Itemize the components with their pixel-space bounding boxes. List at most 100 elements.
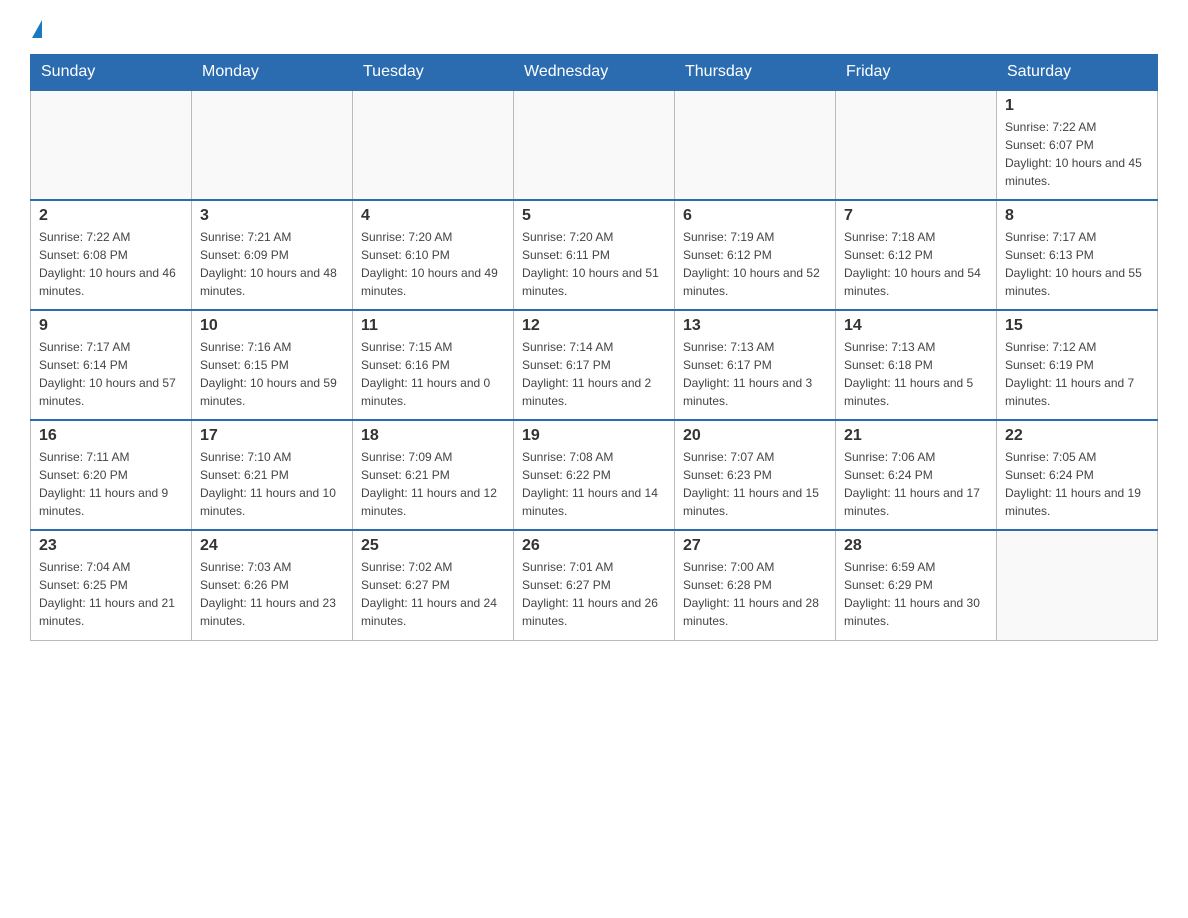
day-sun-info: Sunrise: 7:07 AMSunset: 6:23 PMDaylight:…	[683, 448, 827, 520]
calendar-week-row: 1 Sunrise: 7:22 AMSunset: 6:07 PMDaylight…	[31, 90, 1158, 200]
calendar-day-cell: 16 Sunrise: 7:11 AMSunset: 6:20 PMDayligh…	[31, 420, 192, 530]
calendar-day-cell: 15 Sunrise: 7:12 AMSunset: 6:19 PMDayligh…	[997, 310, 1158, 420]
day-number: 8	[1005, 207, 1149, 225]
day-sun-info: Sunrise: 7:19 AMSunset: 6:12 PMDaylight:…	[683, 228, 827, 300]
day-sun-info: Sunrise: 7:20 AMSunset: 6:10 PMDaylight:…	[361, 228, 505, 300]
day-sun-info: Sunrise: 7:12 AMSunset: 6:19 PMDaylight:…	[1005, 338, 1149, 410]
day-sun-info: Sunrise: 7:22 AMSunset: 6:07 PMDaylight:…	[1005, 118, 1149, 190]
calendar-day-cell: 10 Sunrise: 7:16 AMSunset: 6:15 PMDayligh…	[192, 310, 353, 420]
day-number: 26	[522, 537, 666, 555]
day-number: 27	[683, 537, 827, 555]
calendar-day-cell: 21 Sunrise: 7:06 AMSunset: 6:24 PMDayligh…	[836, 420, 997, 530]
day-number: 2	[39, 207, 183, 225]
calendar-day-cell: 28Sunrise: 6:59 AMSunset: 6:29 PMDayligh…	[836, 530, 997, 640]
day-number: 13	[683, 317, 827, 335]
calendar-day-cell: 3 Sunrise: 7:21 AMSunset: 6:09 PMDaylight…	[192, 200, 353, 310]
calendar-day-cell: 2 Sunrise: 7:22 AMSunset: 6:08 PMDaylight…	[31, 200, 192, 310]
calendar-day-cell: 12 Sunrise: 7:14 AMSunset: 6:17 PMDayligh…	[514, 310, 675, 420]
calendar-week-row: 9 Sunrise: 7:17 AMSunset: 6:14 PMDaylight…	[31, 310, 1158, 420]
day-sun-info: Sunrise: 7:02 AMSunset: 6:27 PMDaylight:…	[361, 558, 505, 630]
day-sun-info: Sunrise: 7:16 AMSunset: 6:15 PMDaylight:…	[200, 338, 344, 410]
calendar-week-row: 23 Sunrise: 7:04 AMSunset: 6:25 PMDayligh…	[31, 530, 1158, 640]
day-of-week-header: Thursday	[675, 55, 836, 91]
day-of-week-header: Friday	[836, 55, 997, 91]
day-number: 21	[844, 427, 988, 445]
day-number: 11	[361, 317, 505, 335]
day-number: 16	[39, 427, 183, 445]
calendar-day-cell: 4 Sunrise: 7:20 AMSunset: 6:10 PMDaylight…	[353, 200, 514, 310]
day-number: 4	[361, 207, 505, 225]
day-number: 17	[200, 427, 344, 445]
day-sun-info: Sunrise: 7:06 AMSunset: 6:24 PMDaylight:…	[844, 448, 988, 520]
day-sun-info: Sunrise: 7:09 AMSunset: 6:21 PMDaylight:…	[361, 448, 505, 520]
calendar-day-cell: 25 Sunrise: 7:02 AMSunset: 6:27 PMDayligh…	[353, 530, 514, 640]
calendar-day-cell: 26 Sunrise: 7:01 AMSunset: 6:27 PMDayligh…	[514, 530, 675, 640]
day-sun-info: Sunrise: 7:17 AMSunset: 6:13 PMDaylight:…	[1005, 228, 1149, 300]
calendar-day-cell	[192, 90, 353, 200]
day-sun-info: Sunrise: 6:59 AMSunset: 6:29 PMDaylight:…	[844, 558, 988, 630]
calendar-day-cell	[836, 90, 997, 200]
day-sun-info: Sunrise: 7:05 AMSunset: 6:24 PMDaylight:…	[1005, 448, 1149, 520]
calendar-week-row: 2 Sunrise: 7:22 AMSunset: 6:08 PMDaylight…	[31, 200, 1158, 310]
calendar-day-cell: 18 Sunrise: 7:09 AMSunset: 6:21 PMDayligh…	[353, 420, 514, 530]
calendar-day-cell	[31, 90, 192, 200]
day-sun-info: Sunrise: 7:11 AMSunset: 6:20 PMDaylight:…	[39, 448, 183, 520]
day-number: 7	[844, 207, 988, 225]
calendar-day-cell: 24Sunrise: 7:03 AMSunset: 6:26 PMDayligh…	[192, 530, 353, 640]
day-of-week-header: Saturday	[997, 55, 1158, 91]
page-header	[30, 20, 1158, 38]
day-sun-info: Sunrise: 7:10 AMSunset: 6:21 PMDaylight:…	[200, 448, 344, 520]
day-sun-info: Sunrise: 7:15 AMSunset: 6:16 PMDaylight:…	[361, 338, 505, 410]
day-of-week-header: Monday	[192, 55, 353, 91]
day-number: 19	[522, 427, 666, 445]
day-sun-info: Sunrise: 7:17 AMSunset: 6:14 PMDaylight:…	[39, 338, 183, 410]
logo	[30, 20, 44, 38]
day-sun-info: Sunrise: 7:04 AMSunset: 6:25 PMDaylight:…	[39, 558, 183, 630]
calendar-day-cell: 27 Sunrise: 7:00 AMSunset: 6:28 PMDayligh…	[675, 530, 836, 640]
day-of-week-header: Tuesday	[353, 55, 514, 91]
day-number: 12	[522, 317, 666, 335]
calendar-table: SundayMondayTuesdayWednesdayThursdayFrid…	[30, 54, 1158, 641]
calendar-day-cell: 23 Sunrise: 7:04 AMSunset: 6:25 PMDayligh…	[31, 530, 192, 640]
day-of-week-header: Sunday	[31, 55, 192, 91]
day-sun-info: Sunrise: 7:01 AMSunset: 6:27 PMDaylight:…	[522, 558, 666, 630]
calendar-day-cell: 11 Sunrise: 7:15 AMSunset: 6:16 PMDayligh…	[353, 310, 514, 420]
logo-triangle-icon	[32, 20, 42, 38]
day-sun-info: Sunrise: 7:21 AMSunset: 6:09 PMDaylight:…	[200, 228, 344, 300]
day-of-week-header: Wednesday	[514, 55, 675, 91]
calendar-day-cell: 6 Sunrise: 7:19 AMSunset: 6:12 PMDaylight…	[675, 200, 836, 310]
day-sun-info: Sunrise: 7:00 AMSunset: 6:28 PMDaylight:…	[683, 558, 827, 630]
day-number: 24	[200, 537, 344, 555]
calendar-day-cell	[675, 90, 836, 200]
day-sun-info: Sunrise: 7:08 AMSunset: 6:22 PMDaylight:…	[522, 448, 666, 520]
day-number: 6	[683, 207, 827, 225]
calendar-day-cell: 17 Sunrise: 7:10 AMSunset: 6:21 PMDayligh…	[192, 420, 353, 530]
day-number: 22	[1005, 427, 1149, 445]
day-number: 9	[39, 317, 183, 335]
calendar-day-cell: 19 Sunrise: 7:08 AMSunset: 6:22 PMDayligh…	[514, 420, 675, 530]
calendar-week-row: 16 Sunrise: 7:11 AMSunset: 6:20 PMDayligh…	[31, 420, 1158, 530]
day-number: 14	[844, 317, 988, 335]
calendar-day-cell: 8 Sunrise: 7:17 AMSunset: 6:13 PMDaylight…	[997, 200, 1158, 310]
calendar-day-cell: 7 Sunrise: 7:18 AMSunset: 6:12 PMDaylight…	[836, 200, 997, 310]
day-number: 15	[1005, 317, 1149, 335]
day-number: 5	[522, 207, 666, 225]
day-sun-info: Sunrise: 7:18 AMSunset: 6:12 PMDaylight:…	[844, 228, 988, 300]
calendar-day-cell: 13Sunrise: 7:13 AMSunset: 6:17 PMDayligh…	[675, 310, 836, 420]
day-number: 20	[683, 427, 827, 445]
calendar-day-cell: 9 Sunrise: 7:17 AMSunset: 6:14 PMDaylight…	[31, 310, 192, 420]
day-number: 3	[200, 207, 344, 225]
calendar-day-cell: 22 Sunrise: 7:05 AMSunset: 6:24 PMDayligh…	[997, 420, 1158, 530]
day-number: 25	[361, 537, 505, 555]
day-number: 10	[200, 317, 344, 335]
calendar-day-cell: 1 Sunrise: 7:22 AMSunset: 6:07 PMDaylight…	[997, 90, 1158, 200]
calendar-day-cell	[353, 90, 514, 200]
calendar-day-cell	[997, 530, 1158, 640]
day-sun-info: Sunrise: 7:14 AMSunset: 6:17 PMDaylight:…	[522, 338, 666, 410]
day-number: 23	[39, 537, 183, 555]
day-number: 18	[361, 427, 505, 445]
calendar-day-cell: 14Sunrise: 7:13 AMSunset: 6:18 PMDayligh…	[836, 310, 997, 420]
calendar-day-cell	[514, 90, 675, 200]
day-number: 1	[1005, 97, 1149, 115]
day-sun-info: Sunrise: 7:22 AMSunset: 6:08 PMDaylight:…	[39, 228, 183, 300]
